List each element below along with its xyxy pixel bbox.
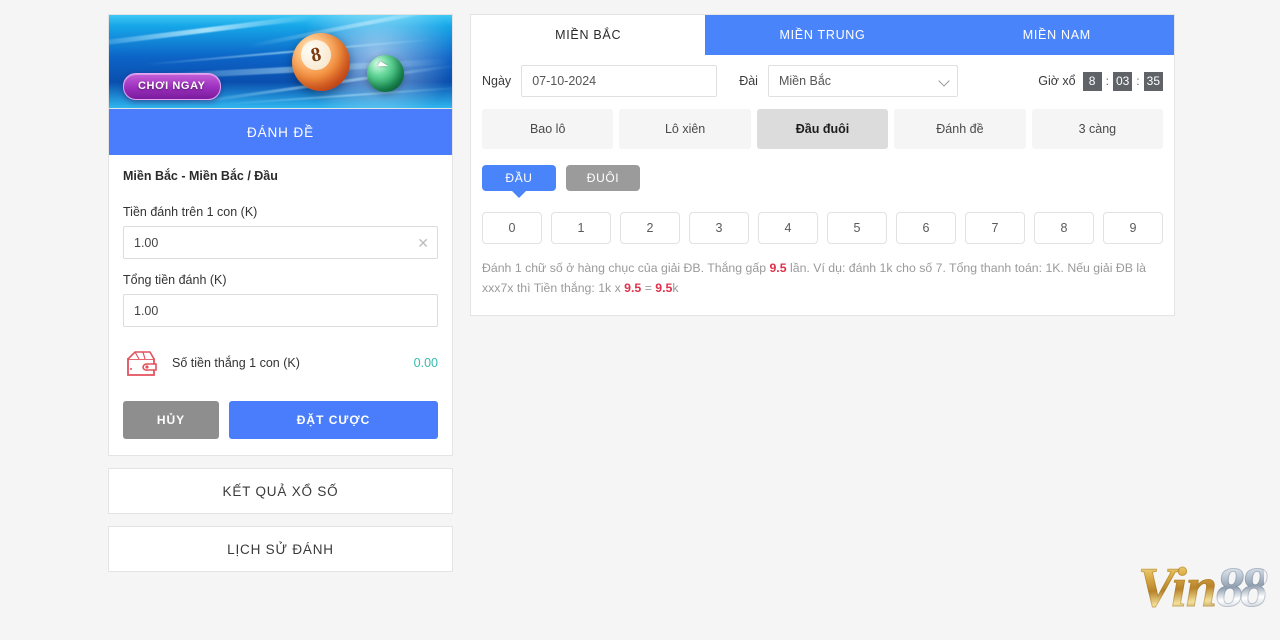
desc-rate-1: 9.5 — [769, 261, 787, 275]
tab-mien-trung[interactable]: MIỀN TRUNG — [705, 15, 940, 55]
countdown-hours: 8 — [1082, 71, 1102, 91]
green-ball-icon — [367, 55, 404, 92]
total-amount-input[interactable] — [123, 294, 438, 327]
sub-tab-dau[interactable]: ĐẦU — [482, 165, 556, 198]
logo-text-silver: 88 — [1216, 557, 1269, 619]
desc-part-1: Đánh 1 chữ số ở hàng chục của giải ĐB. T… — [482, 261, 770, 275]
desc-part-4: k — [672, 281, 679, 296]
number-button-8[interactable]: 8 — [1034, 212, 1094, 244]
sub-tab-bar: ĐẦU ĐUÔI — [471, 149, 1174, 198]
countdown-seconds: 35 — [1143, 71, 1163, 91]
tab-3-cang[interactable]: 3 càng — [1031, 109, 1164, 149]
action-button-row: HỦY ĐẶT CƯỢC — [123, 401, 438, 439]
number-button-7[interactable]: 7 — [965, 212, 1025, 244]
station-label: Đài — [739, 74, 758, 88]
tab-dau-duoi[interactable]: Đầu đuôi — [756, 109, 889, 149]
number-button-3[interactable]: 3 — [689, 212, 749, 244]
number-button-2[interactable]: 2 — [620, 212, 680, 244]
station-select-wrap: Miền Bắc — [767, 65, 958, 97]
number-button-5[interactable]: 5 — [827, 212, 887, 244]
tab-danh-de[interactable]: Đánh đề — [894, 109, 1026, 149]
countdown-separator: : — [1136, 74, 1140, 88]
banner-streak — [109, 15, 315, 49]
station-select[interactable]: Miền Bắc — [767, 65, 958, 97]
number-button-6[interactable]: 6 — [896, 212, 956, 244]
lottery-results-button[interactable]: KẾT QUẢ XỔ SỐ — [108, 468, 453, 514]
countdown-separator: : — [1105, 74, 1109, 88]
countdown-timer: Giờ xổ 8 : 03 : 35 — [1038, 71, 1163, 91]
number-grid: 0 1 2 3 4 5 6 7 8 9 — [471, 191, 1174, 244]
lottery-panel: MIỀN BẮC MIỀN TRUNG MIỀN NAM Ngày Đài Mi… — [470, 14, 1175, 316]
win-amount-value: 0.00 — [413, 356, 438, 370]
bet-card: ĐÁNH ĐỀ Miền Bắc - Miền Bắc / Đầu Tiền đ… — [108, 108, 453, 456]
cancel-button[interactable]: HỦY — [123, 401, 219, 439]
left-column: CHƠI NGAY ĐÁNH ĐỀ Miền Bắc - Miền Bắc / … — [108, 14, 453, 572]
page-root: CHƠI NGAY ĐÁNH ĐỀ Miền Bắc - Miền Bắc / … — [0, 0, 1280, 640]
promo-banner[interactable]: CHƠI NGAY — [108, 14, 453, 108]
amount-per-number-label: Tiền đánh trên 1 con (K) — [123, 205, 258, 219]
win-amount-row: Số tiền thắng 1 con (K) 0.00 — [123, 341, 438, 381]
region-tab-bar: MIỀN BẮC MIỀN TRUNG MIỀN NAM — [471, 15, 1174, 55]
bet-card-header[interactable]: ĐÁNH ĐỀ — [109, 109, 452, 155]
bet-history-button[interactable]: LỊCH SỬ ĐÁNH — [108, 526, 453, 572]
tab-bao-lo[interactable]: Bao lô — [482, 109, 614, 149]
brand-logo: Vin88 — [1138, 557, 1269, 619]
win-amount-label: Số tiền thắng 1 con (K) — [172, 356, 300, 370]
date-label: Ngày — [482, 74, 512, 88]
total-amount-label: Tổng tiền đánh (K) — [123, 273, 227, 287]
countdown-minutes: 03 — [1112, 71, 1133, 91]
bet-card-body: Miền Bắc - Miền Bắc / Đầu Tiền đánh trên… — [109, 155, 452, 455]
total-amount-field-wrap — [123, 294, 438, 327]
controls-row: Ngày Đài Miền Bắc Giờ xổ 8 : 03 : 35 — [471, 55, 1174, 105]
desc-rate-3: 9.5 — [655, 281, 673, 296]
tab-mien-nam[interactable]: MIỀN NAM — [939, 15, 1174, 55]
amount-per-number-input[interactable] — [123, 226, 438, 259]
date-input[interactable] — [521, 65, 718, 97]
rule-description: Đánh 1 chữ số ở hàng chục của giải ĐB. T… — [471, 244, 1174, 315]
desc-part-3: = — [641, 281, 656, 296]
tab-lo-xien[interactable]: Lô xiên — [619, 109, 751, 149]
number-button-1[interactable]: 1 — [551, 212, 611, 244]
number-button-9[interactable]: 9 — [1103, 212, 1163, 244]
number-button-0[interactable]: 0 — [482, 212, 542, 244]
bet-selection-title: Miền Bắc - Miền Bắc / Đầu — [123, 169, 278, 183]
logo-text-gold: Vin — [1138, 557, 1218, 619]
place-bet-button[interactable]: ĐẶT CƯỢC — [229, 401, 438, 439]
wallet-icon — [123, 347, 161, 379]
number-button-4[interactable]: 4 — [758, 212, 818, 244]
tab-mien-bac[interactable]: MIỀN BẮC — [471, 15, 706, 55]
billiard-ball-icon — [292, 33, 350, 91]
bet-type-tab-bar: Bao lô Lô xiên Đầu đuôi Đánh đề 3 càng — [471, 105, 1174, 149]
amount-per-number-field-wrap: ✕ — [123, 226, 438, 259]
desc-rate-2: 9.5 — [624, 281, 642, 296]
sub-tab-duoi[interactable]: ĐUÔI — [566, 165, 640, 191]
countdown-label: Giờ xổ — [1038, 74, 1076, 88]
play-now-button[interactable]: CHƠI NGAY — [123, 73, 221, 100]
close-icon[interactable]: ✕ — [417, 236, 429, 250]
